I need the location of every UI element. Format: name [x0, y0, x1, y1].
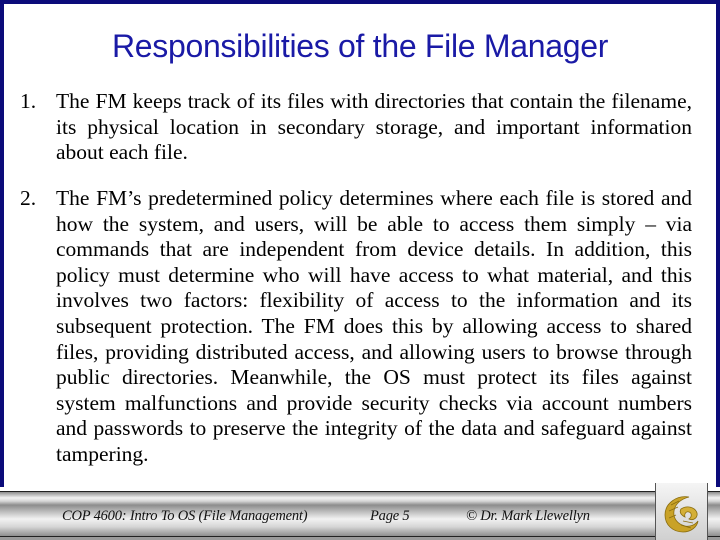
footer-page-number: Page 5 [370, 508, 410, 524]
footer-course: COP 4600: Intro To OS (File Management) [62, 508, 308, 524]
list-item: 2. The FM’s predetermined policy determi… [20, 186, 692, 468]
footer-copyright: © Dr. Mark Llewellyn [466, 508, 590, 524]
logo-box [655, 483, 708, 540]
pegasus-logo-icon [664, 496, 699, 533]
slide-title: Responsibilities of the File Manager [111, 28, 609, 64]
footer-band-top [0, 491, 720, 506]
list-item: 1. The FM keeps track of its files with … [20, 89, 692, 166]
list-item-text: The FM keeps track of its files with dir… [56, 89, 692, 165]
slide-footer: COP 4600: Intro To OS (File Management) … [0, 483, 720, 540]
list-item-number: 1. [20, 89, 37, 113]
list-item-number: 2. [20, 186, 37, 210]
list-item-text: The FM’s predetermined policy determines… [56, 186, 692, 466]
